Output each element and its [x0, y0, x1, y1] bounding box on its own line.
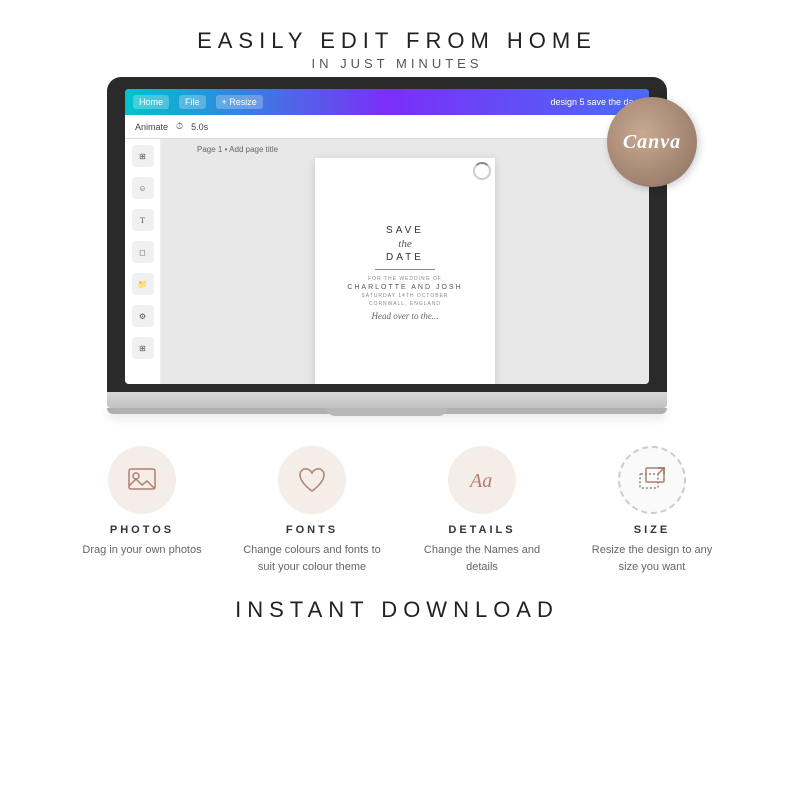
sidebar-icon-4[interactable]: ◻: [132, 241, 154, 263]
canva-topbar: Home File + Resize design 5 save the da.…: [125, 89, 649, 115]
save-text: SAVE: [331, 225, 479, 236]
canva-badge: Canva: [607, 97, 697, 187]
sidebar-icon-7[interactable]: ⊞: [132, 337, 154, 359]
laptop-screen-inner: Home File + Resize design 5 save the da.…: [125, 89, 649, 384]
laptop-base: [107, 392, 667, 408]
sidebar-icon-5[interactable]: 📁: [132, 273, 154, 295]
divider-line: [375, 269, 435, 270]
features-section: PHOTOS Drag in your own photos FONTS Cha…: [0, 446, 794, 575]
sidebar-icon-3[interactable]: T: [132, 209, 154, 231]
details-icon-circle: Aa: [448, 446, 516, 514]
fonts-icon-circle: [278, 446, 346, 514]
details-label: DETAILS: [448, 524, 515, 536]
sidebar-icon-2[interactable]: ☺: [132, 177, 154, 199]
the-text: the: [331, 238, 479, 250]
svg-text:Aa: Aa: [468, 470, 492, 492]
script-text: Head over to the...: [331, 311, 479, 321]
canva-sidebar: ⊞ ☺ T ◻ 📁 ⚙ ⊞: [125, 139, 161, 384]
date-info-text: SATURDAY 14TH OCTOBER: [331, 293, 479, 299]
topbar-file-btn[interactable]: File: [179, 95, 206, 109]
topbar-resize-btn[interactable]: + Resize: [216, 95, 263, 109]
resize-icon: [636, 464, 668, 496]
date-text: DATE: [331, 252, 479, 263]
canva-ui: Home File + Resize design 5 save the da.…: [125, 89, 649, 384]
animate-btn[interactable]: Animate: [135, 122, 168, 132]
sidebar-icon-1[interactable]: ⊞: [132, 145, 154, 167]
heart-icon: [296, 464, 328, 496]
topbar-home-btn[interactable]: Home: [133, 95, 169, 109]
canva-toolbar: Animate ⏱ 5.0s: [125, 115, 649, 139]
feature-size: SIZE Resize the design to any size you w…: [582, 446, 722, 575]
header: EASILY EDIT FROM HOME IN JUST MINUTES: [197, 0, 597, 71]
canva-main: ⊞ ☺ T ◻ 📁 ⚙ ⊞ Page 1 • Add page title: [125, 139, 649, 384]
feature-fonts: FONTS Change colours and fonts to suit y…: [242, 446, 382, 575]
feature-details: Aa DETAILS Change the Names and details: [412, 446, 552, 575]
photos-label: PHOTOS: [110, 524, 174, 536]
photos-icon-circle: [108, 446, 176, 514]
save-date-card: SAVE the DATE FOR THE WEDDING OF CHARLOT…: [331, 225, 479, 321]
main-title: EASILY EDIT FROM HOME: [197, 28, 597, 54]
size-label: SIZE: [634, 524, 670, 536]
canva-canvas-area: Page 1 • Add page title SAVE the DATE FO…: [161, 139, 649, 384]
details-desc: Change the Names and details: [412, 542, 552, 575]
sub-title: IN JUST MINUTES: [197, 56, 597, 71]
image-icon: [126, 464, 158, 496]
laptop-section: Canva Home File + Resize design 5 save t…: [107, 77, 687, 414]
names-text: CHARLOTTE AND JOSH: [331, 284, 479, 291]
reload-icon: [473, 162, 491, 180]
page1-label: Page 1 • Add page title: [167, 145, 278, 154]
size-desc: Resize the design to any size you want: [582, 542, 722, 575]
for-wedding-text: FOR THE WEDDING OF: [331, 276, 479, 282]
sidebar-icon-6[interactable]: ⚙: [132, 305, 154, 327]
footer-title: INSTANT DOWNLOAD: [235, 597, 559, 623]
fonts-desc: Change colours and fonts to suit your co…: [242, 542, 382, 575]
canva-badge-text: Canva: [623, 131, 681, 154]
laptop: Home File + Resize design 5 save the da.…: [107, 77, 667, 414]
canva-page: SAVE the DATE FOR THE WEDDING OF CHARLOT…: [315, 158, 495, 384]
fonts-label: FONTS: [286, 524, 338, 536]
photos-desc: Drag in your own photos: [82, 542, 201, 559]
text-aa-icon: Aa: [466, 464, 498, 496]
size-icon-circle: [618, 446, 686, 514]
timer-label: 5.0s: [191, 122, 208, 132]
location-text: CORNWALL, ENGLAND: [331, 301, 479, 307]
feature-photos: PHOTOS Drag in your own photos: [72, 446, 212, 575]
laptop-screen-outer: Home File + Resize design 5 save the da.…: [107, 77, 667, 392]
